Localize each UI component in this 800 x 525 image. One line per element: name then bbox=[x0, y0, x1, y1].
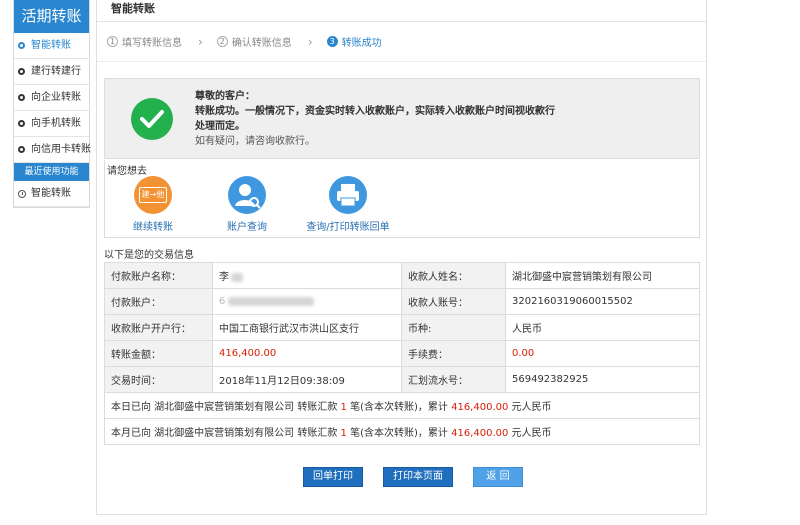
monthly-summary: 本月已向 湖北御盛中宸营销策划有限公司 转账汇款 1 笔(含本次转账)，累计 4… bbox=[104, 418, 700, 445]
payee-name-value: 湖北御盛中宸营销策划有限公司 bbox=[505, 262, 700, 289]
transfer-icon: 建→他 bbox=[134, 176, 172, 214]
payer-account-label: 付款账户： bbox=[104, 288, 213, 315]
daily-summary: 本日已向 湖北御盛中宸营销策划有限公司 转账汇款 1 笔(含本次转账)，累计 4… bbox=[104, 392, 700, 419]
bullet-icon bbox=[18, 146, 25, 153]
notice-text: 尊敬的客户： 转账成功。一般情况下，资金实时转入收款账户，实际转入收款账户时间视… bbox=[195, 89, 555, 149]
step-2: 2 确认转账信息 bbox=[216, 34, 292, 49]
sidebar-item-label: 向手机转账 bbox=[31, 117, 81, 129]
table-row: 交易时间： 2018年11月12日09:38:09 汇划流水号： 5694923… bbox=[104, 366, 700, 393]
page-title: 智能转账 bbox=[97, 0, 706, 22]
time-value: 2018年11月12日09:38:09 bbox=[212, 366, 402, 393]
quick-actions-title: 请您想去 bbox=[107, 166, 147, 177]
time-label: 交易时间： bbox=[104, 366, 213, 393]
notice-hint: 如有疑问，请咨询收款行。 bbox=[195, 136, 315, 147]
sidebar-item-label: 向企业转账 bbox=[31, 91, 81, 103]
table-row: 本月已向 湖北御盛中宸营销策划有限公司 转账汇款 1 笔(含本次转账)，累计 4… bbox=[104, 418, 700, 445]
user-search-icon bbox=[228, 176, 266, 214]
recent-item-smart-transfer[interactable]: 智能转账 bbox=[14, 181, 89, 207]
sidebar-item-to-enterprise[interactable]: 向企业转账 bbox=[14, 85, 89, 111]
action-label: 查询/打印转账回单 bbox=[306, 222, 390, 233]
sidebar-item-smart-transfer[interactable]: 智能转账 bbox=[14, 33, 89, 59]
table-row: 本日已向 湖北御盛中宸营销策划有限公司 转账汇款 1 笔(含本次转账)，累计 4… bbox=[104, 392, 700, 419]
bullet-icon bbox=[18, 42, 25, 49]
sidebar-item-label: 智能转账 bbox=[31, 39, 71, 51]
notice-greeting: 尊敬的客户： bbox=[195, 91, 255, 102]
amount-value: 416,400.00 bbox=[212, 340, 402, 367]
notice-message: 转账成功。一般情况下，资金实时转入收款账户，实际转入收款账户时间视收款行处理而定… bbox=[195, 106, 555, 132]
step-number: 1 bbox=[107, 36, 118, 47]
transaction-info-title: 以下是您的交易信息 bbox=[104, 250, 194, 261]
fee-label: 手续费： bbox=[401, 340, 506, 367]
payee-name-label: 收款人姓名： bbox=[401, 262, 506, 289]
payer-name-label: 付款账户名称： bbox=[104, 262, 213, 289]
step-label: 填写转账信息 bbox=[122, 38, 182, 49]
sidebar-title: 活期转账 bbox=[14, 0, 89, 33]
payer-account-value: 6 bbox=[212, 288, 402, 315]
account-query-action[interactable]: 账户查询 bbox=[215, 176, 279, 233]
clock-icon bbox=[18, 189, 26, 198]
redacted-mask bbox=[231, 272, 243, 282]
action-label: 继续转账 bbox=[133, 222, 173, 233]
table-row: 付款账户： 6 收款人账号： 3202160319060015502 bbox=[104, 288, 700, 315]
print-receipt-query-action[interactable]: 查询/打印转账回单 bbox=[303, 176, 393, 233]
recent-item-label: 智能转账 bbox=[31, 187, 71, 199]
step-number: 3 bbox=[326, 36, 338, 47]
chevron-right-icon: › bbox=[307, 34, 313, 49]
payer-name-value: 李 bbox=[212, 262, 402, 289]
table-row: 付款账户名称： 李 收款人姓名： 湖北御盛中宸营销策划有限公司 bbox=[104, 262, 700, 289]
payee-bank-label: 收款账户开户行： bbox=[104, 314, 213, 341]
sidebar-item-to-credit-card[interactable]: 向信用卡转账 bbox=[14, 137, 91, 163]
back-button[interactable]: 返 回 bbox=[473, 467, 523, 487]
payee-account-value: 3202160319060015502 bbox=[505, 288, 700, 315]
success-notice: 尊敬的客户： 转账成功。一般情况下，资金实时转入收款账户，实际转入收款账户时间视… bbox=[104, 78, 700, 159]
transfer-icon-text: 建→他 bbox=[139, 187, 167, 203]
sidebar-item-to-mobile[interactable]: 向手机转账 bbox=[14, 111, 89, 137]
redacted-mask bbox=[228, 296, 315, 306]
sidebar-item-label: 建行转建行 bbox=[31, 65, 81, 77]
serial-value: 569492382925 bbox=[505, 366, 700, 393]
bullet-icon bbox=[18, 120, 25, 127]
action-label: 账户查询 bbox=[227, 222, 267, 233]
currency-value: 人民币 bbox=[505, 314, 700, 341]
step-1: 1 填写转账信息 bbox=[107, 34, 182, 49]
print-page-button[interactable]: 打印本页面 bbox=[383, 467, 453, 487]
action-buttons: 回单打印 打印本页面 返 回 bbox=[303, 467, 543, 487]
amount-label: 转账金额： bbox=[104, 340, 213, 367]
sidebar: 活期转账 智能转账 建行转建行 向企业转账 向手机转账 向信用卡转账 最近使用功… bbox=[13, 0, 91, 208]
payee-bank-value: 中国工商银行武汉市洪山区支行 bbox=[212, 314, 402, 341]
transaction-table: 付款账户名称： 李 收款人姓名： 湖北御盛中宸营销策划有限公司 付款账户： 6 … bbox=[104, 262, 700, 445]
sidebar-item-ccb-to-ccb[interactable]: 建行转建行 bbox=[14, 59, 89, 85]
chevron-right-icon: › bbox=[198, 34, 203, 49]
table-row: 收款账户开户行： 中国工商银行武汉市洪山区支行 币种: 人民币 bbox=[104, 314, 700, 341]
step-number: 2 bbox=[216, 36, 228, 47]
step-label: 确认转账信息 bbox=[231, 38, 292, 49]
currency-label: 币种: bbox=[401, 314, 506, 341]
payee-account-label: 收款人账号： bbox=[401, 288, 506, 315]
bullet-icon bbox=[18, 94, 25, 101]
main-panel: 智能转账 1 填写转账信息 › 2 确认转账信息 › 3 转账成功 尊敬的客户：… bbox=[96, 0, 707, 515]
step-label: 转账成功 bbox=[341, 38, 382, 49]
sidebar-item-label: 向信用卡转账 bbox=[31, 143, 91, 155]
print-receipt-button[interactable]: 回单打印 bbox=[303, 467, 363, 487]
printer-icon bbox=[329, 176, 367, 214]
step-3: 3 转账成功 bbox=[326, 34, 382, 49]
bullet-icon bbox=[18, 68, 25, 75]
serial-label: 汇划流水号： bbox=[401, 366, 506, 393]
fee-value: 0.00 bbox=[505, 340, 700, 367]
continue-transfer-action[interactable]: 建→他 继续转账 bbox=[121, 176, 185, 233]
recent-functions-header: 最近使用功能 bbox=[14, 163, 89, 181]
table-row: 转账金额： 416,400.00 手续费： 0.00 bbox=[104, 340, 700, 367]
progress-steps: 1 填写转账信息 › 2 确认转账信息 › 3 转账成功 bbox=[97, 22, 706, 62]
success-check-icon bbox=[131, 98, 173, 140]
quick-actions: 请您想去 建→他 继续转账 账户查询 查询/打印转账回单 bbox=[104, 160, 700, 238]
